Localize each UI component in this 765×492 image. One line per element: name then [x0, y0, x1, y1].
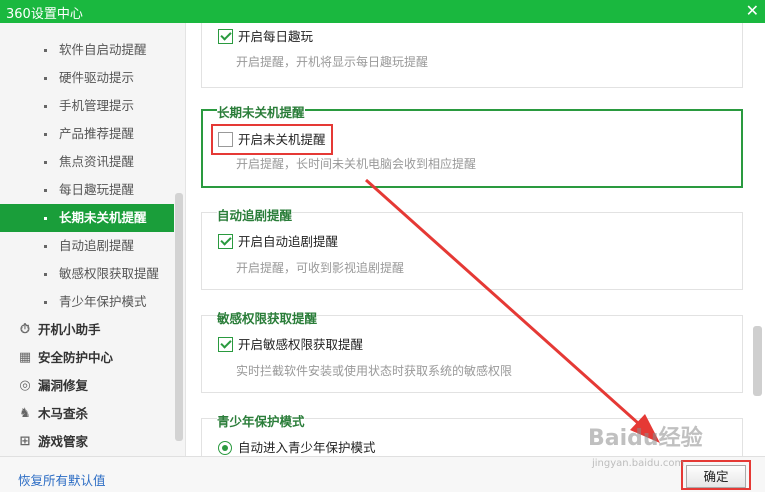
sidebar-item-product-recommend[interactable]: 产品推荐提醒	[0, 120, 174, 148]
radio-teen-mode[interactable]	[218, 441, 232, 455]
bullet-icon	[44, 161, 47, 164]
title-bar: 360设置中心 ✕	[0, 0, 765, 23]
sidebar-item-phone-manager[interactable]: 手机管理提示	[0, 92, 174, 120]
bullet-icon	[44, 77, 47, 80]
annotation-box-checkbox	[211, 124, 333, 155]
clock-icon: ⏱	[19, 322, 31, 337]
bullet-icon	[44, 133, 47, 136]
sidebar-item-hardware-driver[interactable]: 硬件驱动提示	[0, 64, 174, 92]
content-scrollbar[interactable]	[753, 326, 762, 396]
desc-long-uptime: 开启提醒，长时间未关机电脑会收到相应提醒	[236, 157, 477, 171]
sidebar-item-trojan-scan[interactable]: ♞ 木马查杀	[0, 400, 174, 428]
checkbox-auto-drama[interactable]	[218, 234, 233, 249]
checkbox-daily-fun[interactable]	[218, 29, 233, 44]
annotation-box-ok	[681, 460, 751, 490]
bullet-icon	[44, 105, 47, 108]
bullet-icon	[44, 301, 47, 304]
shield-icon: ◎	[19, 378, 31, 393]
window-title: 360设置中心	[6, 7, 83, 22]
sidebar: 软件自启动提醒 硬件驱动提示 手机管理提示 产品推荐提醒 焦点资讯提醒 每日趣玩…	[0, 23, 186, 456]
sidebar-item-game-manager[interactable]: ⊞ 游戏管家	[0, 428, 174, 456]
settings-content: 开启每日趣玩 开启提醒，开机将显示每日趣玩提醒 长期未关机提醒 开启未关机提醒 …	[187, 23, 765, 456]
bullet-icon	[44, 189, 47, 192]
grid-icon: ▦	[18, 350, 32, 365]
restore-defaults-link[interactable]: 恢复所有默认值	[18, 470, 106, 489]
sidebar-item-sensitive-permission[interactable]: 敏感权限获取提醒	[0, 260, 174, 288]
sidebar-item-security-center[interactable]: ▦ 安全防护中心	[0, 344, 174, 372]
bullet-icon	[44, 49, 47, 52]
desc-auto-drama: 开启提醒，可收到影视追剧提醒	[236, 261, 405, 275]
section-title-auto-drama: 自动追剧提醒	[217, 205, 293, 224]
sidebar-item-boot-assistant[interactable]: ⏱ 开机小助手	[0, 316, 174, 344]
desc-daily-fun: 开启提醒，开机将显示每日趣玩提醒	[236, 55, 429, 69]
bullet-icon	[44, 217, 47, 220]
sidebar-item-vuln-fix[interactable]: ◎ 漏洞修复	[0, 372, 174, 400]
footer-bar: 恢复所有默认值 确定	[0, 456, 765, 492]
section-title-sensitive-permission: 敏感权限获取提醒	[217, 308, 318, 327]
section-title-long-uptime: 长期未关机提醒	[217, 102, 305, 121]
sidebar-item-software-autostart[interactable]: 软件自启动提醒	[0, 36, 174, 64]
bullet-icon	[44, 273, 47, 276]
horse-icon: ♞	[19, 406, 31, 421]
sidebar-item-focus-news[interactable]: 焦点资讯提醒	[0, 148, 174, 176]
sidebar-scrollbar[interactable]	[175, 193, 183, 441]
section-title-teen-mode: 青少年保护模式	[217, 411, 305, 430]
sidebar-item-auto-drama[interactable]: 自动追剧提醒	[0, 232, 174, 260]
sidebar-item-daily-fun[interactable]: 每日趣玩提醒	[0, 176, 174, 204]
sidebar-item-teen-mode[interactable]: 青少年保护模式	[0, 288, 174, 316]
bullet-icon	[44, 245, 47, 248]
gamepad-icon: ⊞	[19, 434, 31, 449]
sidebar-item-long-uptime[interactable]: 长期未关机提醒	[0, 204, 174, 232]
checkbox-sensitive-permission[interactable]	[218, 337, 233, 352]
desc-sensitive-permission: 实时拦截软件安装或使用状态时获取系统的敏感权限	[236, 364, 513, 378]
close-icon[interactable]: ✕	[746, 0, 759, 22]
